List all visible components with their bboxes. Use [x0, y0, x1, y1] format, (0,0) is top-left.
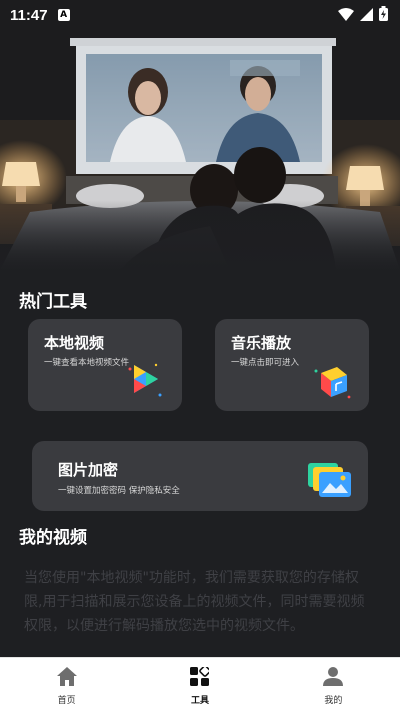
photo-encrypt-title: 图片加密	[58, 461, 119, 479]
music-player-card[interactable]: 音乐播放 一键点击即可进入	[215, 319, 369, 411]
video-play-icon	[128, 361, 162, 403]
status-time: 11:47	[10, 6, 48, 24]
nav-home[interactable]: 首页	[0, 658, 133, 710]
status-bar: 11:47 A	[0, 0, 400, 30]
local-video-title: 本地视频	[44, 334, 105, 352]
battery-charging-icon	[379, 5, 388, 25]
profile-icon	[323, 667, 344, 690]
local-video-subtitle: 一键查看本地视频文件	[44, 358, 130, 368]
tools-grid-icon	[190, 665, 212, 690]
music-player-title: 音乐播放	[231, 334, 292, 352]
hot-tools-title: 热门工具	[19, 292, 87, 312]
signal-icon	[360, 6, 373, 25]
wifi-icon	[338, 6, 354, 25]
nav-home-label: 首页	[57, 696, 76, 706]
nav-tools-label: 工具	[190, 696, 209, 706]
photo-encrypt-subtitle: 一键设置加密密码 保护隐私安全	[58, 486, 180, 496]
home-icon	[56, 667, 77, 690]
my-videos-title: 我的视频	[19, 528, 87, 548]
local-video-card[interactable]: 本地视频 一键查看本地视频文件	[28, 319, 182, 411]
photo-encrypt-card[interactable]: 图片加密 一键设置加密密码 保护隐私安全	[32, 441, 368, 511]
nav-profile-label: 我的	[324, 696, 343, 706]
photo-gallery-icon	[306, 459, 354, 503]
storage-permission-notice: 当您使用"本地视频"功能时，我们需要获取您的存储权限,用于扫描和展示您设备上的视…	[24, 570, 365, 634]
nav-tools[interactable]: 工具	[133, 658, 266, 710]
music-player-icon	[313, 363, 351, 405]
status-indicator-icon: A	[57, 9, 70, 21]
hero-fade-overlay	[0, 200, 400, 270]
music-player-subtitle: 一键点击即可进入	[231, 358, 300, 368]
bottom-navigation: 首页 工具 我的	[0, 657, 400, 710]
hero-banner-image	[0, 0, 400, 270]
nav-profile[interactable]: 我的	[267, 658, 400, 710]
